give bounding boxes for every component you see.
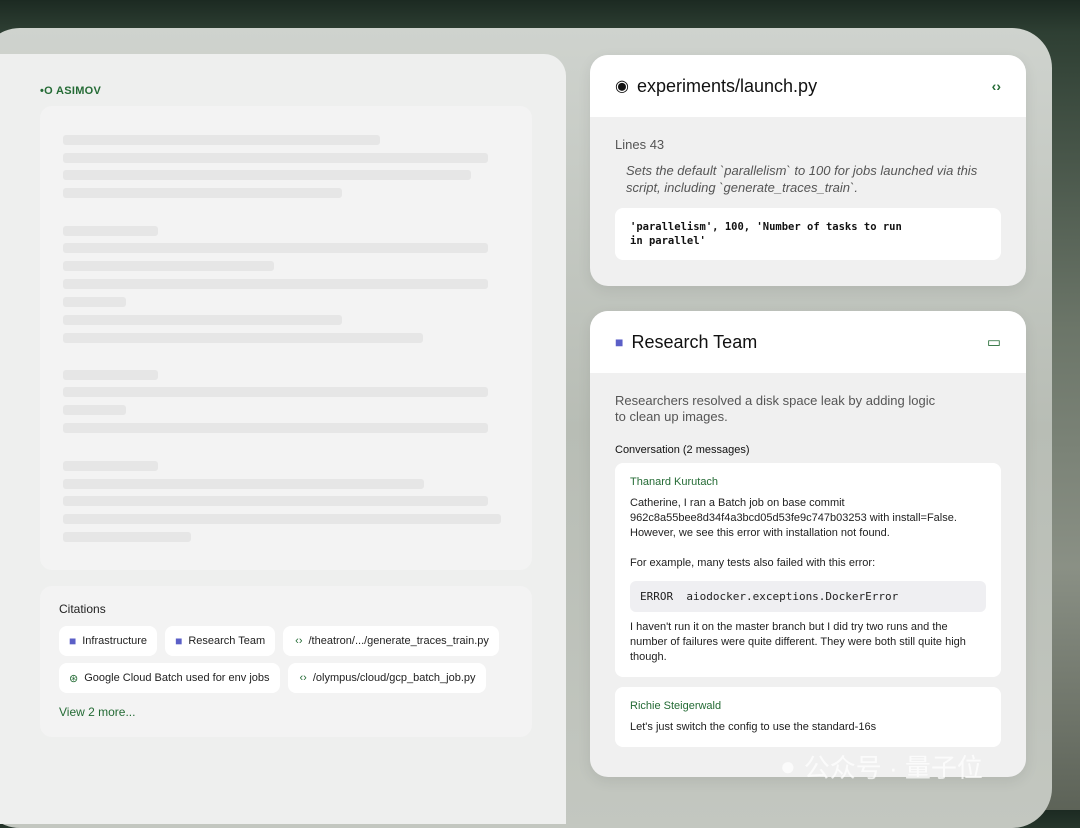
wechat-icon: ● [780,751,796,781]
team-card: ■ Research Team ▭ Researchers resolved a … [590,311,1026,777]
lines-label: Lines 43 [615,137,665,152]
skeleton-line [63,188,342,198]
skeleton-line [63,135,380,145]
skeleton-line [63,496,488,506]
code-summary: Sets the default `parallelism` to 100 fo… [626,163,978,195]
code-icon: ‹› [295,635,303,647]
skeleton-line [63,405,126,415]
code-icon: ‹› [299,672,307,684]
skeleton-line [63,279,488,289]
team-card-title[interactable]: Research Team [631,332,757,353]
teams-icon: ■ [69,634,77,648]
skeleton-line [63,532,191,542]
message: Richie Steigerwald Let's just switch the… [615,687,1001,747]
watermark: ● 公众号 · 量子位 [780,751,983,783]
skeleton-line [63,370,158,380]
citations-panel: Citations ■ Infrastructure ■ Research Team… [40,586,532,737]
team-summary: Researchers resolved a disk space leak b… [615,393,936,424]
skeleton-line [63,153,488,163]
code-snippet: 'parallelism', 100, 'Number of tasks to … [615,208,1001,260]
skeleton-line [63,226,158,236]
message: Thanard Kurutach Catherine, I ran a Batc… [615,463,1001,677]
skeleton-line [63,461,158,471]
citation-chip[interactable]: ■ Research Team [165,626,276,656]
loading-skeleton [40,106,532,570]
message-author: Thanard Kurutach [630,476,719,488]
skeleton-line [63,261,274,271]
teams-icon: ■ [175,634,183,648]
skeleton-line [63,333,423,343]
skeleton-line [63,514,501,524]
code-card-title[interactable]: experiments/launch.py [637,76,817,97]
teams-icon: ■ [615,334,624,350]
skeleton-line [63,315,342,325]
view-more-link[interactable]: View 2 more... [59,705,513,719]
skeleton-line [63,479,424,489]
message-author: Richie Steigerwald [630,700,722,712]
citation-chip[interactable]: ■ Infrastructure [59,626,158,656]
citations-title: Citations [59,602,106,616]
citation-chip[interactable]: ‹›/olympus/cloud/gcp_batch_job.py [287,663,486,693]
skeleton-line [63,387,488,397]
skeleton-line [63,297,126,307]
error-code: ERROR aiodocker.exceptions.DockerError [630,581,986,612]
conversation-label: Conversation (2 messages) [615,444,750,456]
github-icon: ◉ [615,78,629,95]
code-card: ◉ experiments/launch.py ‹› Lines 43 Sets … [590,55,1026,286]
citation-chip[interactable]: ‹›/theatron/.../generate_traces_train.py [283,626,499,656]
citation-chip[interactable]: ⊛ Google Cloud Batch used for env jobs [59,663,280,693]
skeleton-line [63,423,488,433]
brain-icon: ⊛ [69,672,79,685]
asimov-logo: •O ASIMOV [40,85,102,97]
skeleton-line [63,170,471,180]
skeleton-line [63,243,488,253]
code-icon[interactable]: ‹› [992,78,1001,94]
chat-icon[interactable]: ▭ [987,333,1001,351]
